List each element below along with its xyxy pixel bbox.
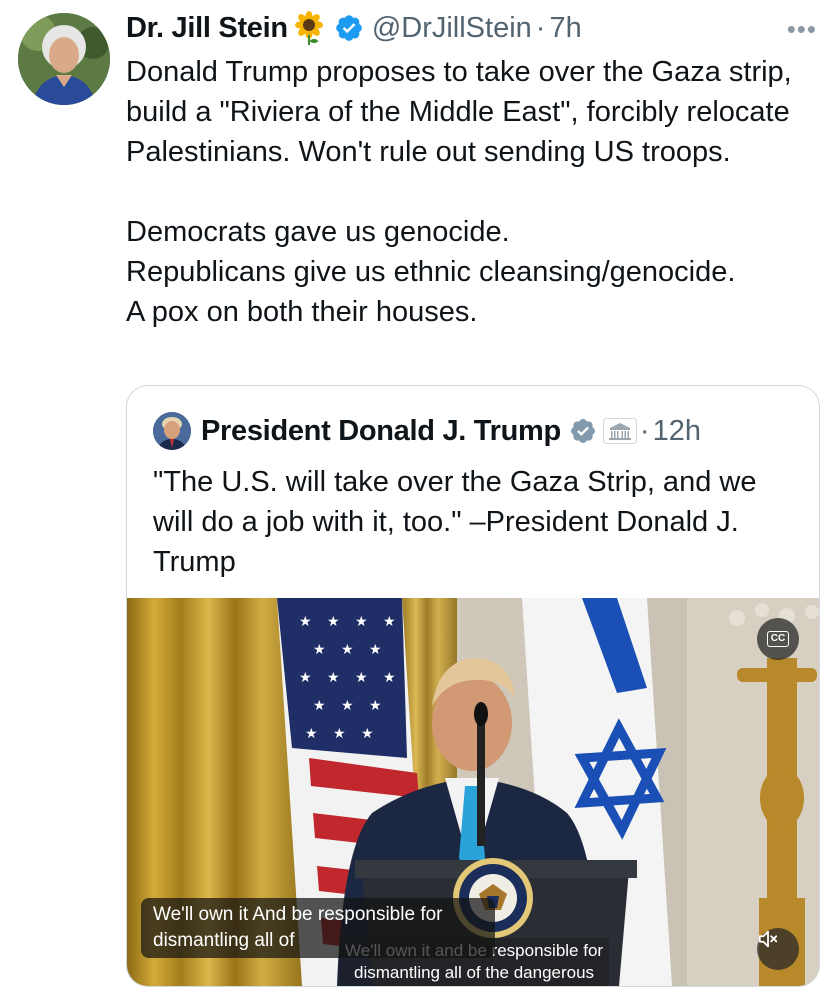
svg-text:★: ★ (341, 642, 354, 658)
separator-dot: · (535, 11, 546, 44)
verified-badge-icon[interactable] (334, 13, 364, 43)
burned-caption-line-2: dismantling all of the dangerous (354, 963, 595, 982)
white-house-icon (602, 418, 637, 444)
quoted-tweet-card[interactable]: President Donald J. Trump · 12h "The U.S… (126, 385, 820, 987)
quoted-tweet-text: "The U.S. will take over the Gaza Strip,… (153, 466, 757, 578)
closed-captions-button[interactable]: CC (757, 618, 799, 660)
video-player[interactable]: ★ ★ ★ ★ ★ ★ ★ ★ ★ ★ ★ ★ ★ ★ ★ ★ ★ CC res… (127, 598, 819, 986)
author-name[interactable]: Dr. Jill Stein (126, 12, 288, 45)
svg-text:★: ★ (299, 614, 312, 630)
muted-speaker-icon (758, 930, 778, 948)
svg-text:★: ★ (341, 698, 354, 714)
tweet-header: Dr. Jill Stein @DrJillStein · 7h (126, 8, 582, 48)
svg-text:★: ★ (313, 698, 326, 714)
svg-text:★: ★ (369, 698, 382, 714)
separator-dot: · (639, 414, 650, 447)
author-avatar[interactable] (18, 13, 110, 105)
author-handle[interactable]: @DrJillStein (372, 12, 532, 45)
author-avatar-image (18, 13, 110, 105)
quoted-tweet-timestamp[interactable]: 12h (653, 415, 701, 448)
svg-text:★: ★ (313, 642, 326, 658)
quoted-author-name[interactable]: President Donald J. Trump (201, 415, 561, 448)
gray-verified-badge-icon[interactable] (569, 417, 597, 445)
svg-text:★: ★ (327, 614, 340, 630)
tweet-timestamp[interactable]: 7h (549, 12, 581, 45)
sunflower-icon (292, 11, 326, 45)
tweet-text: Donald Trump proposes to take over the G… (126, 56, 792, 328)
svg-text:★: ★ (333, 726, 346, 742)
svg-text:★: ★ (305, 726, 318, 742)
svg-text:★: ★ (355, 670, 368, 686)
mute-toggle-button[interactable] (757, 928, 799, 970)
svg-text:★: ★ (361, 726, 374, 742)
svg-text:★: ★ (355, 614, 368, 630)
svg-text:★: ★ (299, 670, 312, 686)
video-caption: We'll own it And be responsible for dism… (141, 898, 495, 958)
closed-captions-icon: CC (766, 631, 790, 647)
svg-text:★: ★ (383, 614, 396, 630)
svg-text:★: ★ (383, 670, 396, 686)
quoted-tweet-header: President Donald J. Trump · 12h (153, 412, 701, 450)
svg-text:★: ★ (369, 642, 382, 658)
more-options-icon[interactable]: ••• (787, 14, 817, 45)
svg-text:★: ★ (327, 670, 340, 686)
quoted-author-avatar[interactable] (153, 412, 191, 450)
